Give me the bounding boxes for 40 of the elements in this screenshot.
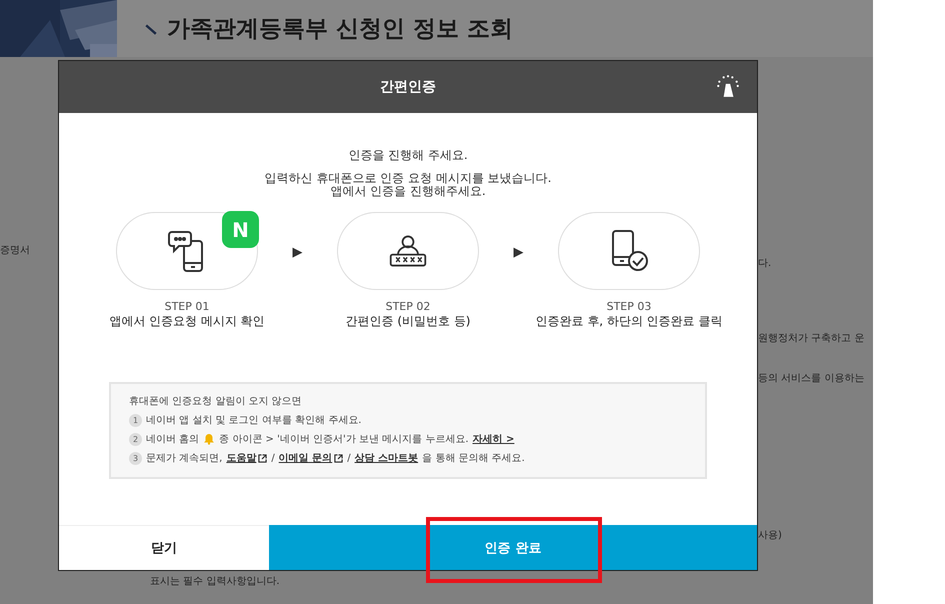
title-mark-icon <box>145 22 157 34</box>
phone-check-icon <box>609 229 649 274</box>
help-text: 을 통해 문의해 주세요. <box>422 452 525 466</box>
arrow-text: ▶ <box>292 245 304 260</box>
background-text: 원행정처가 구축하고 운 <box>758 332 864 345</box>
app-badge: N <box>222 211 259 248</box>
number-badge: 2 <box>129 432 142 446</box>
bell-icon <box>203 433 216 446</box>
help-title: 휴대폰에 인증요청 알림이 오지 않으면 <box>129 395 303 408</box>
instruction-text: 인증을 진행해 주세요. <box>348 147 468 164</box>
wand-icon <box>715 73 741 99</box>
instruction-text: 입력하신 휴대폰으로 인증 요청 메시지를 보냈습니다. 앱에서 인증을 진행해주세요. <box>264 172 552 198</box>
step-label: 앱에서 인증요청 메시지 확인 <box>109 313 265 330</box>
arrow-text: ▶ <box>512 245 524 260</box>
help-text: 네이버 앱 설치 및 로그인 여부를 확인해 주세요. <box>146 414 362 428</box>
help-text: 네이버 홈의 <box>146 433 200 446</box>
modal-title: 간편인증 <box>380 78 436 96</box>
help-text: 종 아이콘 > '네이버 인증서'가 보낸 메시지를 누르세요. <box>219 433 468 446</box>
help-text: / <box>271 452 275 464</box>
help-link[interactable]: 이메일 문의 <box>278 451 332 466</box>
number-badge: 3 <box>129 452 142 465</box>
help-text: / <box>347 452 351 464</box>
page-title: 가족관계등록부 신청인 정보 조회 <box>167 15 514 44</box>
step-label: 간편인증 (비밀번호 등) <box>346 313 470 330</box>
external-link-icon <box>258 454 268 463</box>
background-text: 표시는 필수 입력사항입니다. <box>150 575 280 588</box>
background-text: 사용) <box>758 529 782 542</box>
background-text: 증명서 <box>0 244 30 257</box>
step-number: STEP 02 <box>386 300 430 314</box>
step-number: STEP 03 <box>606 300 652 314</box>
step-label: 인증완료 후, 하단의 인증완료 클릭 <box>535 313 723 330</box>
background-text: 다. <box>758 257 772 270</box>
external-link-icon <box>334 454 344 463</box>
help-link[interactable]: 상담 스마트봇 <box>354 451 418 466</box>
help-link[interactable]: 자세히 > <box>472 432 514 446</box>
number-badge: 1 <box>129 414 142 427</box>
step-number: STEP 01 <box>164 300 210 314</box>
background-text: 등의 서비스를 이용하는 <box>758 372 864 385</box>
help-link[interactable]: 도움말 <box>226 451 256 466</box>
help-text: 문제가 계속되면, <box>146 452 222 466</box>
